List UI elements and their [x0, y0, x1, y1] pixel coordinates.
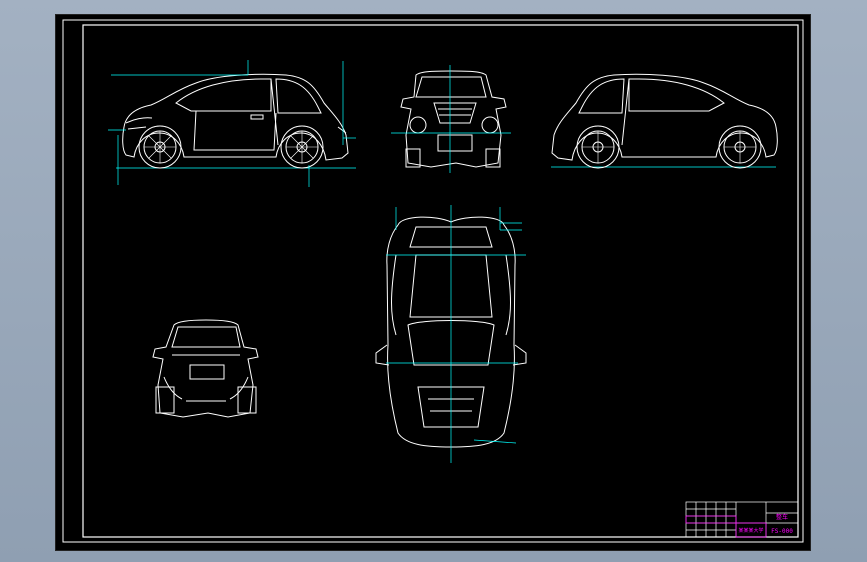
title-block-title: 整车: [776, 513, 788, 521]
rear-view[interactable]: [152, 319, 259, 418]
title-block-company: 某某某大学: [738, 527, 763, 534]
door-handle: [250, 114, 264, 120]
right-side-view[interactable]: [551, 73, 778, 169]
drawing-canvas[interactable]: 整车 FS-000 某某某大学: [56, 15, 810, 550]
rear-window-glass: [171, 326, 241, 348]
front-window: [175, 78, 272, 112]
right-mirror: [512, 344, 527, 366]
left-mirror: [375, 344, 390, 366]
right-headlight: [481, 116, 499, 134]
outer-border: [62, 19, 804, 543]
cad-viewport: 整车 FS-000 某某某大学: [0, 0, 867, 562]
front-body-outline: [400, 70, 507, 168]
inner-border: [82, 24, 799, 538]
rear-plate: [189, 364, 225, 380]
rear-right-tire: [237, 386, 257, 414]
left-headlight: [409, 116, 427, 134]
top-view-centerlines: [386, 205, 526, 463]
title-block-drawing-number: FS-000: [771, 528, 793, 535]
rear-body-outline: [152, 319, 259, 418]
door-outline: [193, 110, 277, 151]
front-view[interactable]: [400, 70, 507, 168]
grille-upper: [433, 102, 477, 124]
drawing-sheet[interactable]: 整车 FS-000 某某某大学: [55, 14, 811, 551]
left-side-view[interactable]: [116, 73, 356, 169]
windshield: [415, 76, 487, 98]
rear-window: [275, 78, 322, 114]
license-plate: [437, 134, 473, 152]
